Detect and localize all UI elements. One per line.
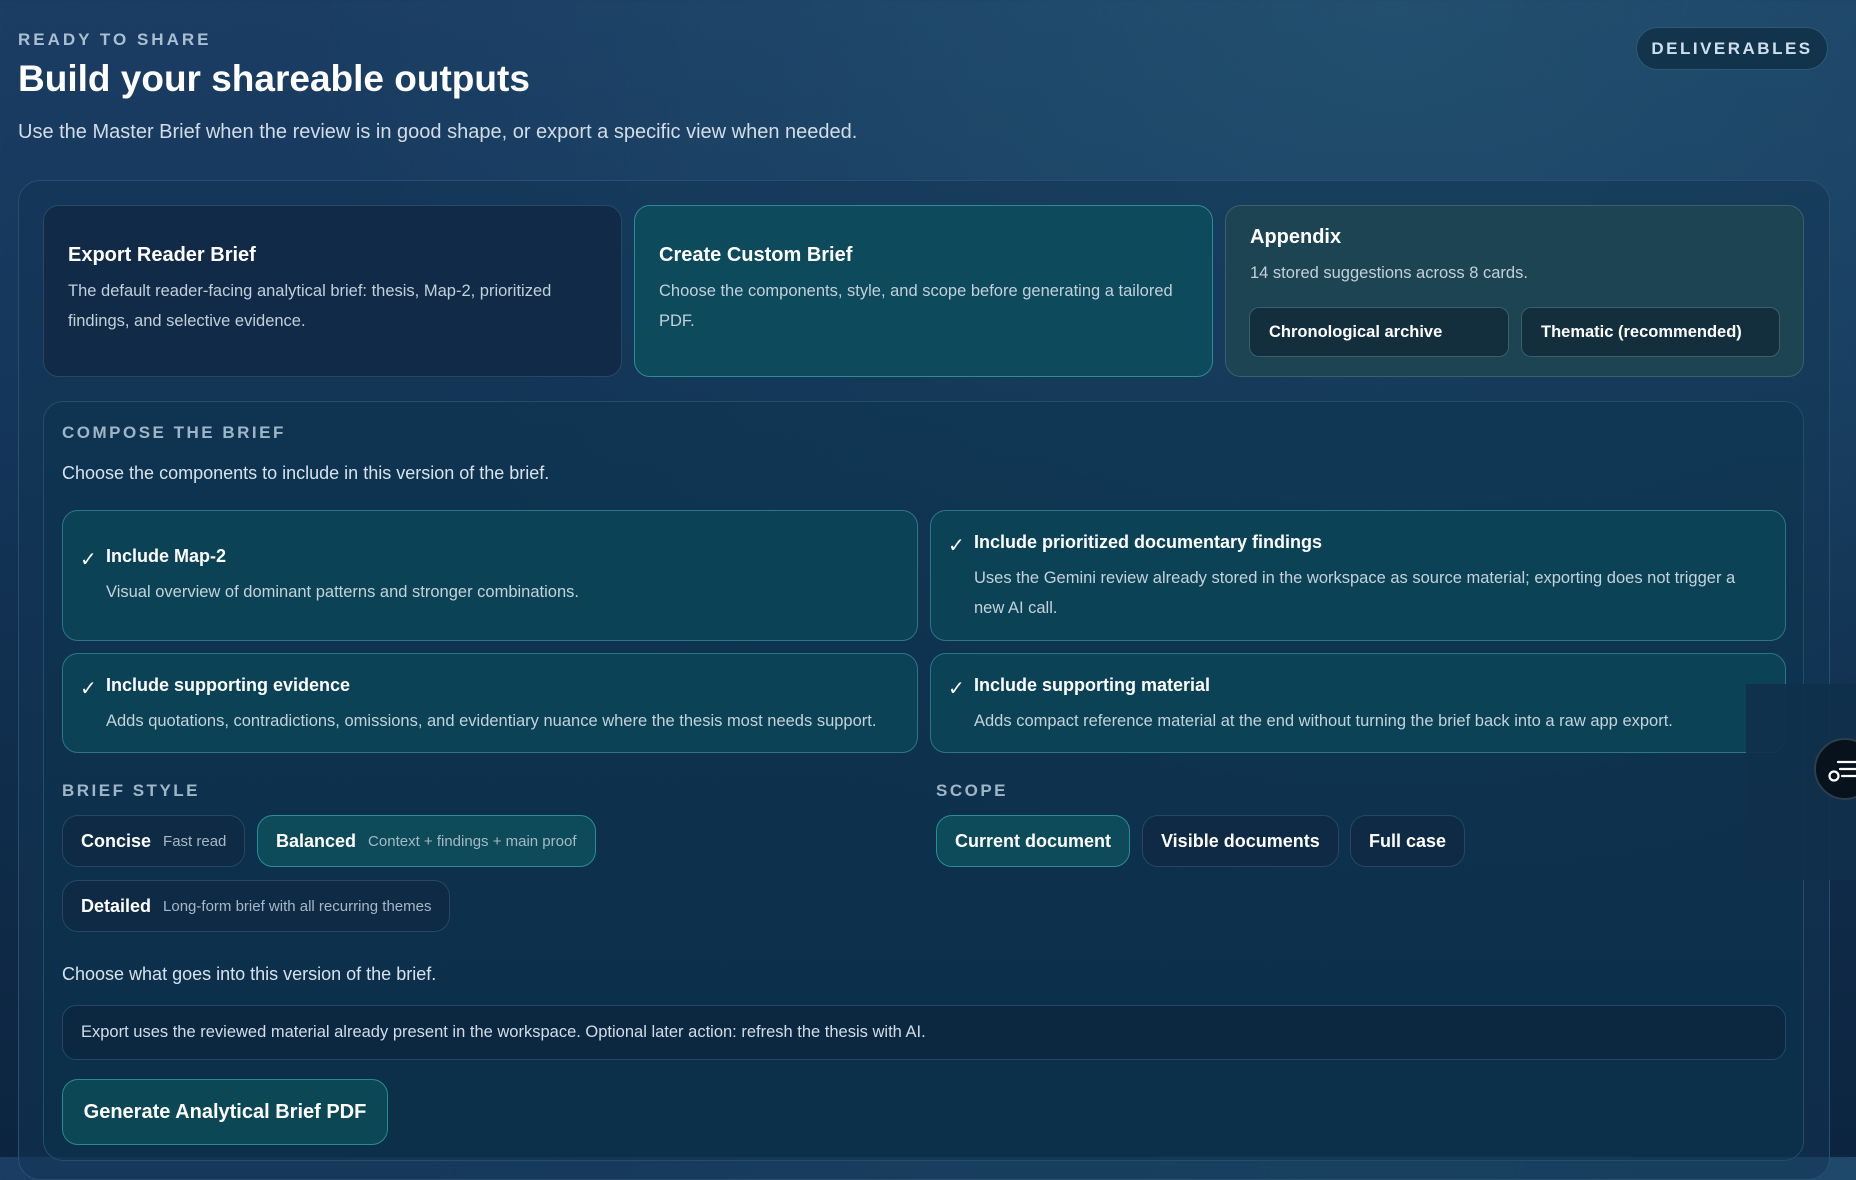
chip-title: Concise — [81, 830, 152, 851]
scope-option-visible-documents[interactable]: Visible documents — [1142, 815, 1339, 867]
what-goes-text: Choose what goes into this version of th… — [62, 964, 437, 984]
scope-option-current-document[interactable]: Current document — [936, 815, 1131, 867]
option-title: Include prioritized documentary findings — [974, 532, 1323, 552]
card-description: 14 stored suggestions across 8 cards. — [1250, 264, 1528, 282]
scope-option-full-case[interactable]: Full case — [1350, 815, 1466, 867]
check-icon: ✓ — [80, 549, 97, 571]
card-description: Choose the components, style, and scope … — [659, 276, 1188, 336]
page-title: Build your shareable outputs — [18, 58, 530, 99]
card-description-line: findings, and selective evidence. — [68, 312, 306, 330]
style-option-detailed[interactable]: Detailed Long-form brief with all recurr… — [62, 880, 451, 932]
option-description: Adds compact reference material at the e… — [974, 712, 1673, 730]
style-option-balanced[interactable]: Balanced Context + findings + main proof — [257, 815, 596, 867]
compose-label: COMPOSE THE BRIEF — [62, 423, 286, 442]
card-description: The default reader-facing analytical bri… — [68, 276, 597, 336]
chip-title: Detailed — [81, 895, 152, 916]
card-description-line: Choose the components, style, and scope … — [659, 282, 1173, 300]
check-icon: ✓ — [80, 678, 97, 700]
card-description-line: The default reader-facing analytical bri… — [68, 282, 552, 300]
chip-subtitle: Long-form brief with all recurring theme… — [163, 897, 432, 915]
brief-style-label: BRIEF STYLE — [62, 781, 201, 800]
eyebrow: READY TO SHARE — [18, 30, 212, 49]
chip-title: Full case — [1369, 830, 1447, 851]
check-icon: ✓ — [948, 535, 965, 557]
chip-title: Balanced — [276, 830, 357, 851]
chip-subtitle: Fast read — [163, 832, 227, 850]
option-include-supporting-evidence[interactable]: ✓ Include supporting evidence Adds quota… — [62, 653, 918, 753]
option-include-prioritized-findings[interactable]: ✓ Include prioritized documentary findin… — [930, 510, 1786, 641]
style-option-concise[interactable]: Concise Fast read — [62, 815, 246, 867]
floating-settings-button[interactable] — [1814, 738, 1856, 800]
card-title: Create Custom Brief — [659, 244, 853, 266]
option-description: Adds quotations, contradictions, omissio… — [106, 712, 877, 730]
option-title: Include supporting material — [974, 675, 1211, 695]
appendix-option-chronological[interactable]: Chronological archive — [1249, 307, 1509, 357]
check-icon: ✓ — [948, 678, 965, 700]
export-reader-brief-card[interactable]: Export Reader Brief The default reader-f… — [43, 205, 622, 377]
option-description: Visual overview of dominant patterns and… — [106, 583, 579, 601]
card-title: Appendix — [1250, 226, 1342, 248]
compose-intro: Choose the components to include in this… — [62, 463, 550, 483]
deliverables-button[interactable]: DELIVERABLES — [1636, 27, 1828, 70]
generate-pdf-button[interactable]: Generate Analytical Brief PDF — [62, 1079, 388, 1145]
card-description-line: PDF. — [659, 312, 695, 330]
create-custom-brief-card[interactable]: Create Custom Brief Choose the component… — [634, 205, 1213, 377]
option-include-map-2[interactable]: ✓ Include Map-2 Visual overview of domin… — [62, 510, 918, 641]
chip-title: Current document — [955, 830, 1112, 851]
appendix-option-thematic[interactable]: Thematic (recommended) — [1521, 307, 1780, 357]
card-title: Export Reader Brief — [68, 244, 256, 266]
option-description: Uses the Gemini review already stored in… — [974, 563, 1745, 623]
option-description-line: Uses the Gemini review already stored in… — [974, 569, 1736, 587]
page-subtitle: Use the Master Brief when the review is … — [18, 121, 858, 143]
option-include-supporting-material[interactable]: ✓ Include supporting material Adds compa… — [930, 653, 1786, 753]
chip-title: Visible documents — [1161, 830, 1320, 851]
option-title: Include Map-2 — [106, 546, 227, 566]
settings-list-icon — [1828, 760, 1856, 782]
scope-label: SCOPE — [936, 781, 1009, 800]
chip-subtitle: Context + findings + main proof — [368, 832, 577, 850]
option-title: Include supporting evidence — [106, 675, 351, 695]
export-note: Export uses the reviewed material alread… — [62, 1005, 1786, 1060]
option-description-line: new AI call. — [974, 599, 1058, 617]
